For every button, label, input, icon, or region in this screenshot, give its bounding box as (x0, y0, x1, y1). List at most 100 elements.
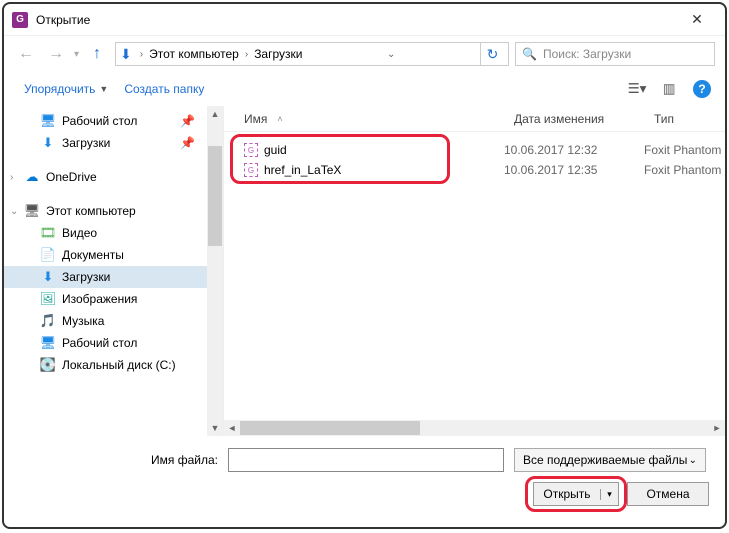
sidebar-item-documents[interactable]: 📄 Документы (4, 244, 223, 266)
desktop-icon: 🖥 (40, 335, 56, 351)
download-icon: ⬇ (40, 135, 56, 151)
sidebar-item-downloads-selected[interactable]: ⬇ Загрузки (4, 266, 223, 288)
filter-label: Все поддерживаемые файлы (523, 453, 687, 467)
sort-asc-icon: ˄ (277, 114, 282, 124)
chevron-down-icon: ⌄ (689, 455, 697, 466)
sidebar-item-music[interactable]: 🎵 Музыка (4, 310, 223, 332)
organize-button[interactable]: Упорядочить ▼ (18, 78, 114, 100)
scroll-down-icon[interactable]: ▼ (208, 420, 222, 436)
chevron-right-icon: › (241, 49, 252, 60)
scrollbar-thumb[interactable] (208, 146, 222, 246)
back-icon[interactable]: ← (14, 42, 38, 66)
main-area: 🖥 Рабочий стол 📌 ⬇ Загрузки 📌 › ☁ OneDri… (4, 106, 725, 436)
sidebar-label: Рабочий стол (62, 114, 137, 128)
sidebar-label: Изображения (62, 292, 137, 306)
filename-input[interactable] (228, 448, 504, 472)
refresh-icon[interactable]: ↻ (480, 42, 504, 66)
nav-bar: ← → ▾ ↑ ⬇ › Этот компьютер › Загрузки ⌄ … (4, 36, 725, 72)
filename-label: Имя файла: (18, 453, 218, 467)
titlebar: G Открытие ✕ (4, 4, 725, 36)
column-name-label: Имя (244, 112, 267, 126)
search-placeholder: Поиск: Загрузки (543, 47, 631, 61)
sidebar-item-images[interactable]: 🖼 Изображения (4, 288, 223, 310)
up-icon[interactable]: ↑ (85, 42, 109, 66)
sidebar-label: Рабочий стол (62, 336, 137, 350)
sidebar-label: Видео (62, 226, 97, 240)
column-name[interactable]: Имя ˄ (224, 106, 504, 131)
column-headers: Имя ˄ Дата изменения Тип (224, 106, 725, 132)
scroll-up-icon[interactable]: ▲ (208, 106, 222, 122)
file-name: href_in_LaTeX (264, 163, 341, 177)
new-folder-button[interactable]: Создать папку (118, 78, 210, 100)
download-icon: ⬇ (40, 269, 56, 285)
filename-row: Имя файла: Все поддерживаемые файлы ⌄ (18, 448, 711, 472)
column-type[interactable]: Тип (644, 106, 725, 131)
cloud-icon: ☁ (24, 169, 40, 185)
sidebar-label: Музыка (62, 314, 104, 328)
pdf-icon: G (244, 163, 258, 177)
sidebar-item-desktop[interactable]: 🖥 Рабочий стол 📌 (4, 110, 223, 132)
sidebar-label: Документы (62, 248, 124, 262)
pdf-icon: G (244, 143, 258, 157)
open-button[interactable]: Открыть ▾ (533, 482, 619, 506)
horizontal-scrollbar[interactable]: ◄ ► (224, 420, 725, 436)
sidebar-item-local-disk[interactable]: 💽 Локальный диск (C:) (4, 354, 223, 376)
history-dropdown-icon[interactable]: ▾ (74, 49, 79, 60)
file-row[interactable]: G href_in_LaTeX 10.06.2017 12:35 Foxit P… (224, 160, 725, 180)
window-title: Открытие (36, 13, 677, 27)
file-list: G guid 10.06.2017 12:32 Foxit Phantom G … (224, 132, 725, 188)
file-date: 10.06.2017 12:32 (504, 143, 644, 157)
file-name: guid (264, 143, 287, 157)
scroll-left-icon[interactable]: ◄ (224, 421, 240, 435)
document-icon: 📄 (40, 247, 56, 263)
organize-label: Упорядочить (24, 82, 95, 96)
chevron-down-icon: ▼ (99, 84, 108, 94)
toolbar: Упорядочить ▼ Создать папку ☰▾ ▥ ? (4, 72, 725, 106)
sidebar-scrollbar[interactable]: ▲ ▼ (207, 106, 223, 436)
breadcrumb-pc[interactable]: Этот компьютер (149, 47, 239, 61)
music-icon: 🎵 (40, 313, 56, 329)
cancel-button[interactable]: Отмена (627, 482, 709, 506)
sidebar-label: Загрузки (62, 270, 110, 284)
open-dropdown-icon[interactable]: ▾ (600, 489, 618, 500)
scroll-right-icon[interactable]: ► (709, 421, 725, 435)
pc-icon: 🖥 (24, 203, 40, 219)
chevron-right-icon: › (136, 49, 147, 60)
file-type: Foxit Phantom (644, 143, 725, 157)
breadcrumb[interactable]: ⬇ › Этот компьютер › Загрузки ⌄ ↻ (115, 42, 509, 66)
cancel-label: Отмена (646, 487, 689, 501)
file-type: Foxit Phantom (644, 163, 725, 177)
app-icon: G (12, 12, 28, 28)
sidebar-item-downloads[interactable]: ⬇ Загрузки 📌 (4, 132, 223, 154)
sidebar-item-onedrive[interactable]: › ☁ OneDrive (4, 166, 223, 188)
file-type-filter[interactable]: Все поддерживаемые файлы ⌄ (514, 448, 706, 472)
button-row: Открыть ▾ Отмена (18, 482, 711, 506)
new-folder-label: Создать папку (124, 82, 204, 96)
sidebar-item-desktop2[interactable]: 🖥 Рабочий стол (4, 332, 223, 354)
sidebar-item-video[interactable]: 🎞 Видео (4, 222, 223, 244)
breadcrumb-dropdown-icon[interactable]: ⌄ (383, 49, 399, 60)
down-arrow-icon: ⬇ (120, 46, 132, 63)
column-date[interactable]: Дата изменения (504, 106, 644, 131)
breadcrumb-folder[interactable]: Загрузки (254, 47, 302, 61)
bottom-panel: Имя файла: Все поддерживаемые файлы ⌄ От… (4, 436, 725, 518)
scrollbar-thumb[interactable] (240, 421, 420, 435)
view-preview-icon[interactable]: ▥ (655, 78, 683, 100)
search-icon: 🔍 (522, 47, 537, 61)
sidebar-item-this-pc[interactable]: ⌄ 🖥 Этот компьютер (4, 200, 223, 222)
chevron-right-icon: › (10, 172, 13, 183)
pin-icon: 📌 (180, 114, 195, 128)
view-list-icon[interactable]: ☰▾ (623, 78, 651, 100)
pin-icon: 📌 (180, 136, 195, 150)
sidebar-label: Этот компьютер (46, 204, 136, 218)
sidebar-label: Локальный диск (C:) (62, 358, 176, 372)
help-icon[interactable]: ? (693, 80, 711, 98)
desktop-icon: 🖥 (40, 113, 56, 129)
dialog-window: G Открытие ✕ ← → ▾ ↑ ⬇ › Этот компьютер … (2, 2, 727, 529)
file-row[interactable]: G guid 10.06.2017 12:32 Foxit Phantom (224, 140, 725, 160)
search-input[interactable]: 🔍 Поиск: Загрузки (515, 42, 715, 66)
forward-icon[interactable]: → (44, 42, 68, 66)
disk-icon: 💽 (40, 357, 56, 373)
close-button[interactable]: ✕ (677, 6, 717, 34)
chevron-down-icon: ⌄ (10, 206, 18, 217)
